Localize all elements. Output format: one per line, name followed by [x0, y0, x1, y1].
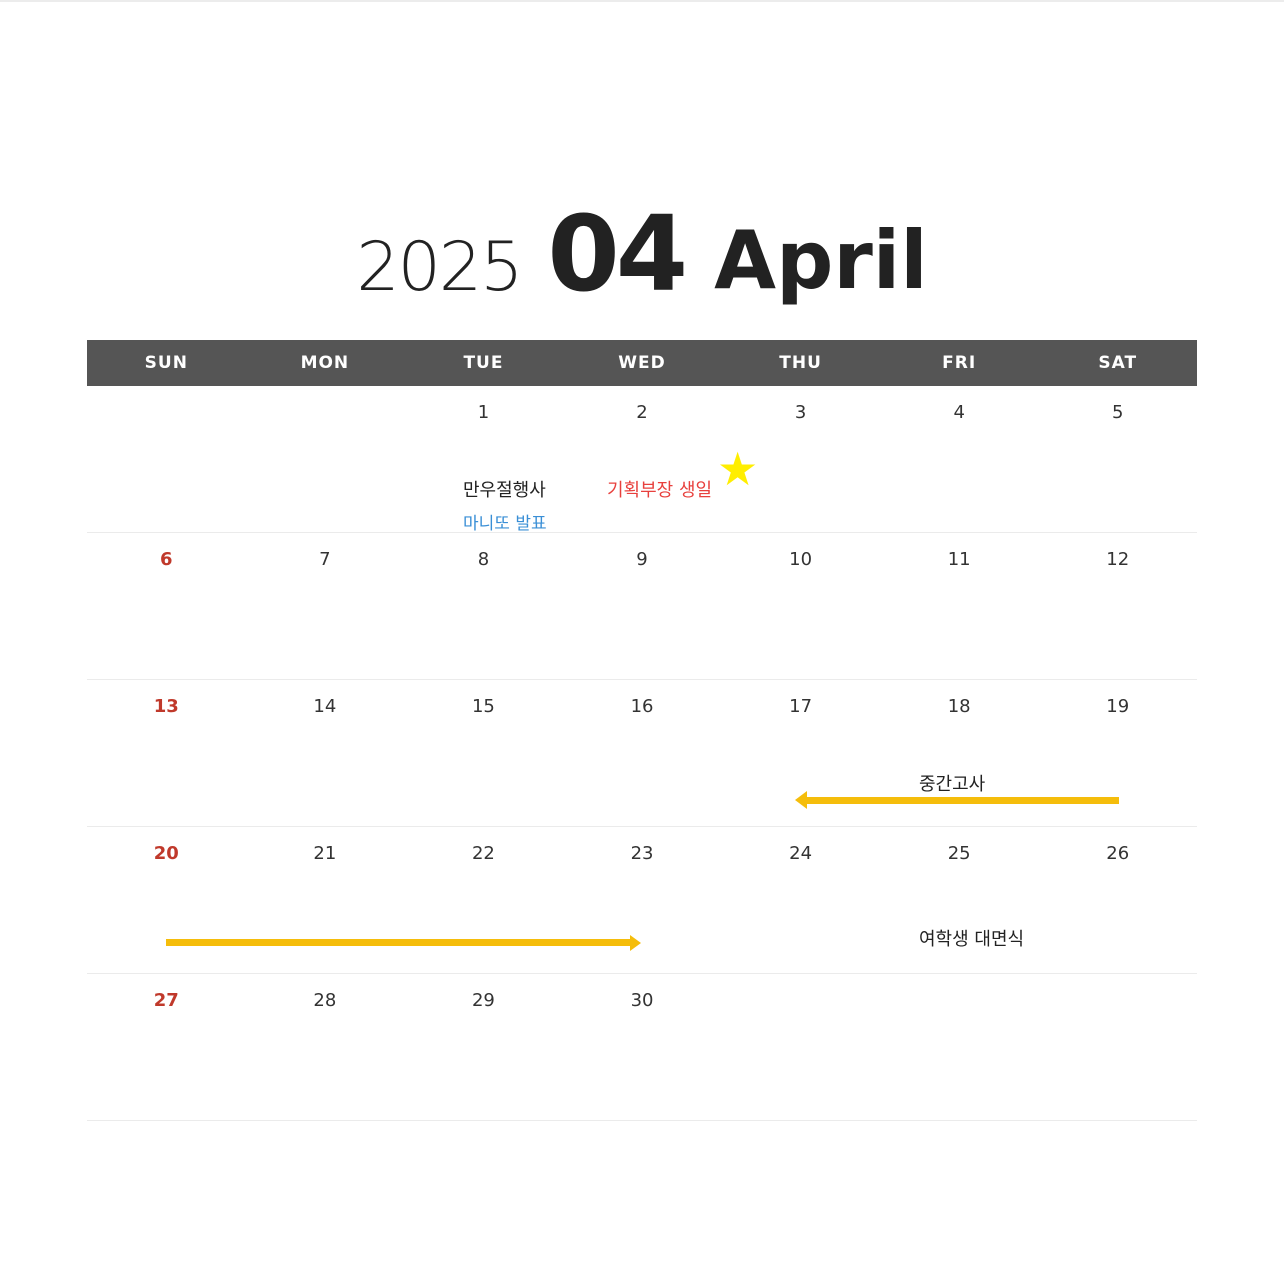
- day-number: 7: [319, 549, 331, 570]
- day-cell[interactable]: 13: [87, 680, 246, 826]
- day-number: 17: [789, 696, 813, 717]
- day-number: 12: [1106, 549, 1130, 570]
- day-cell[interactable]: 7: [246, 533, 405, 679]
- day-number: 24: [789, 843, 813, 864]
- weekday-sat: SAT: [1098, 353, 1138, 373]
- day-number: 1: [477, 402, 490, 423]
- day-number: 25: [947, 843, 971, 864]
- midterm-span-bar-continued: [166, 939, 631, 946]
- day-cell[interactable]: 25: [880, 827, 1039, 973]
- weekday-mon: MON: [300, 353, 350, 373]
- day-cell[interactable]: 21: [246, 827, 405, 973]
- day-number: 30: [630, 990, 654, 1011]
- day-number: 3: [794, 402, 807, 423]
- day-number: 26: [1106, 843, 1130, 864]
- day-number: 29: [471, 990, 495, 1011]
- week-row: 27 28 29 30: [87, 974, 1197, 1121]
- day-cell[interactable]: 11: [880, 533, 1039, 679]
- top-divider: [0, 0, 1284, 2]
- day-cell[interactable]: [721, 974, 880, 1120]
- day-cell[interactable]: [880, 974, 1039, 1120]
- day-cell[interactable]: 19: [1038, 680, 1197, 826]
- day-cell[interactable]: 20: [87, 827, 246, 973]
- day-cell[interactable]: 6: [87, 533, 246, 679]
- event-birthday[interactable]: 기획부장 생일: [607, 476, 712, 502]
- day-cell[interactable]: 5: [1038, 386, 1197, 532]
- day-cell[interactable]: [1038, 974, 1197, 1120]
- day-cell[interactable]: 28: [246, 974, 405, 1120]
- calendar-title: 2025 04 April: [0, 193, 1284, 315]
- star-icon: ★: [717, 442, 759, 496]
- day-number: 2: [636, 402, 648, 423]
- day-cell[interactable]: 18: [880, 680, 1039, 826]
- day-number: 15: [471, 696, 495, 717]
- week-row: 20 21 22 23 24 25 26 여학생 대면식: [87, 827, 1197, 974]
- day-number: 6: [160, 549, 173, 570]
- weekday-tue: TUE: [463, 353, 504, 373]
- title-month-number: 04: [547, 193, 688, 315]
- weekday-wed: WED: [618, 353, 666, 373]
- day-cell[interactable]: [87, 386, 246, 532]
- day-cell[interactable]: 10: [721, 533, 880, 679]
- day-number: 22: [471, 843, 495, 864]
- day-number: 16: [630, 696, 654, 717]
- day-number: 28: [313, 990, 337, 1011]
- day-cell[interactable]: 15: [404, 680, 563, 826]
- title-year: 2025: [356, 228, 523, 307]
- week-row: 13 14 15 16 17 18 19 중간고사: [87, 680, 1197, 827]
- day-cell[interactable]: 9: [563, 533, 722, 679]
- day-number: 10: [789, 549, 813, 570]
- day-cell[interactable]: 22: [404, 827, 563, 973]
- weeks-container: 1 2 3 4 5 만우절행사 마니또 발표 기획부장 생일 ★ 6 7 8 9…: [87, 386, 1197, 1121]
- day-cell[interactable]: 26: [1038, 827, 1197, 973]
- event-manitto-reveal[interactable]: 마니또 발표: [463, 509, 547, 534]
- day-number: 18: [947, 696, 971, 717]
- day-cell[interactable]: 12: [1038, 533, 1197, 679]
- midterm-span-bar: [805, 797, 1119, 804]
- day-cell[interactable]: 16: [563, 680, 722, 826]
- title-month-name: April: [714, 214, 928, 307]
- day-cell[interactable]: 24: [721, 827, 880, 973]
- day-number: 8: [477, 549, 490, 570]
- day-number: 14: [313, 696, 337, 717]
- day-cell[interactable]: 2: [563, 386, 722, 532]
- day-number: 19: [1106, 696, 1130, 717]
- day-cell[interactable]: 27: [87, 974, 246, 1120]
- day-number: 23: [630, 843, 654, 864]
- week-row: 1 2 3 4 5 만우절행사 마니또 발표 기획부장 생일 ★: [87, 386, 1197, 534]
- weekday-fri: FRI: [942, 353, 977, 373]
- weekday-thu: THU: [779, 353, 822, 373]
- day-cell[interactable]: 14: [246, 680, 405, 826]
- event-midterm-exam[interactable]: 중간고사: [919, 770, 985, 796]
- week-row: 6 7 8 9 10 11 12: [87, 533, 1197, 680]
- day-number: 11: [947, 549, 971, 570]
- day-cell[interactable]: 8: [404, 533, 563, 679]
- day-cell[interactable]: 30: [563, 974, 722, 1120]
- day-number: 9: [636, 549, 648, 570]
- weekday-sun: SUN: [144, 353, 188, 373]
- arrow-right-icon: [630, 935, 641, 951]
- day-cell[interactable]: [246, 386, 405, 532]
- weekday-header: SUN MON TUE WED THU FRI SAT: [87, 340, 1197, 386]
- day-number: 27: [153, 990, 179, 1011]
- day-number: 5: [1112, 402, 1124, 423]
- day-number: 4: [953, 402, 965, 423]
- day-number: 13: [153, 696, 179, 717]
- event-freshman-meeting[interactable]: 여학생 대면식: [919, 925, 1024, 951]
- day-cell[interactable]: 23: [563, 827, 722, 973]
- day-number: 21: [313, 843, 337, 864]
- calendar-grid: SUN MON TUE WED THU FRI SAT 1 2 3 4 5 만우…: [87, 340, 1197, 1121]
- day-number: 20: [153, 843, 179, 864]
- day-cell[interactable]: 29: [404, 974, 563, 1120]
- day-cell[interactable]: 4: [880, 386, 1039, 532]
- event-april-fools[interactable]: 만우절행사: [463, 476, 546, 502]
